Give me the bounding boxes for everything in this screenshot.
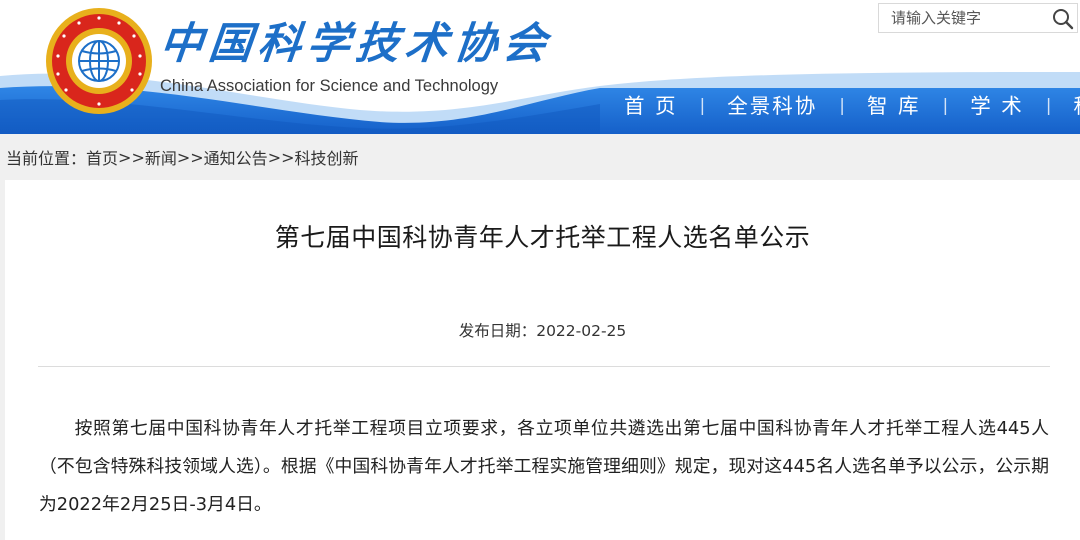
breadcrumb: 当前位置： 首页 >> 新闻 >> 通知公告 >> 科技创新: [0, 134, 1080, 180]
site-name-english: China Association for Science and Techno…: [160, 77, 499, 95]
breadcrumb-prefix: 当前位置：: [6, 149, 87, 168]
article-panel: 第七届中国科协青年人才托举工程人选名单公示 发布日期：2022-02-25 按照…: [5, 180, 1080, 540]
breadcrumb-link-innovation[interactable]: 科技创新: [295, 145, 359, 169]
nav-item-think-tank[interactable]: 智 库: [845, 88, 943, 124]
breadcrumb-link-news[interactable]: 新闻: [145, 145, 177, 169]
nav-item-home[interactable]: 首 页: [600, 88, 700, 124]
nav-separator: |: [699, 96, 706, 116]
site-name-chinese: 中国科学技术协会: [157, 19, 555, 69]
search-input[interactable]: [879, 4, 1049, 32]
search-box: [878, 3, 1078, 33]
publish-date-line: 发布日期：2022-02-25: [5, 320, 1080, 342]
search-icon[interactable]: [1051, 7, 1075, 31]
publish-date-value: 2022-02-25: [536, 322, 627, 340]
nav-item-panorama[interactable]: 全景科协: [705, 88, 839, 124]
nav-separator: |: [942, 96, 949, 116]
breadcrumb-separator: >>: [118, 147, 145, 167]
site-header: 中国科学技术协会 China Association for Science a…: [0, 0, 1080, 134]
nav-separator: |: [839, 96, 845, 116]
breadcrumb-link-notices[interactable]: 通知公告: [204, 145, 268, 169]
title-divider: [38, 366, 1050, 367]
nav-item-truncated[interactable]: 科: [1052, 88, 1080, 124]
breadcrumb-separator: >>: [267, 147, 295, 167]
nav-item-academic[interactable]: 学 术: [948, 88, 1046, 124]
publish-date-label: 发布日期：: [458, 322, 537, 340]
breadcrumb-separator: >>: [176, 147, 204, 167]
main-nav: 首 页 | 全景科协 | 智 库 | 学 术 | 科: [600, 88, 1080, 124]
breadcrumb-link-home[interactable]: 首页: [86, 145, 118, 169]
nav-separator: |: [1045, 96, 1052, 116]
article-body-paragraph: 按照第七届中国科协青年人才托举工程项目立项要求，各立项单位共遴选出第七届中国科协…: [39, 418, 1049, 515]
cast-emblem-logo[interactable]: [44, 6, 154, 116]
article-title: 第七届中国科协青年人才托举工程人选名单公示: [274, 223, 811, 252]
